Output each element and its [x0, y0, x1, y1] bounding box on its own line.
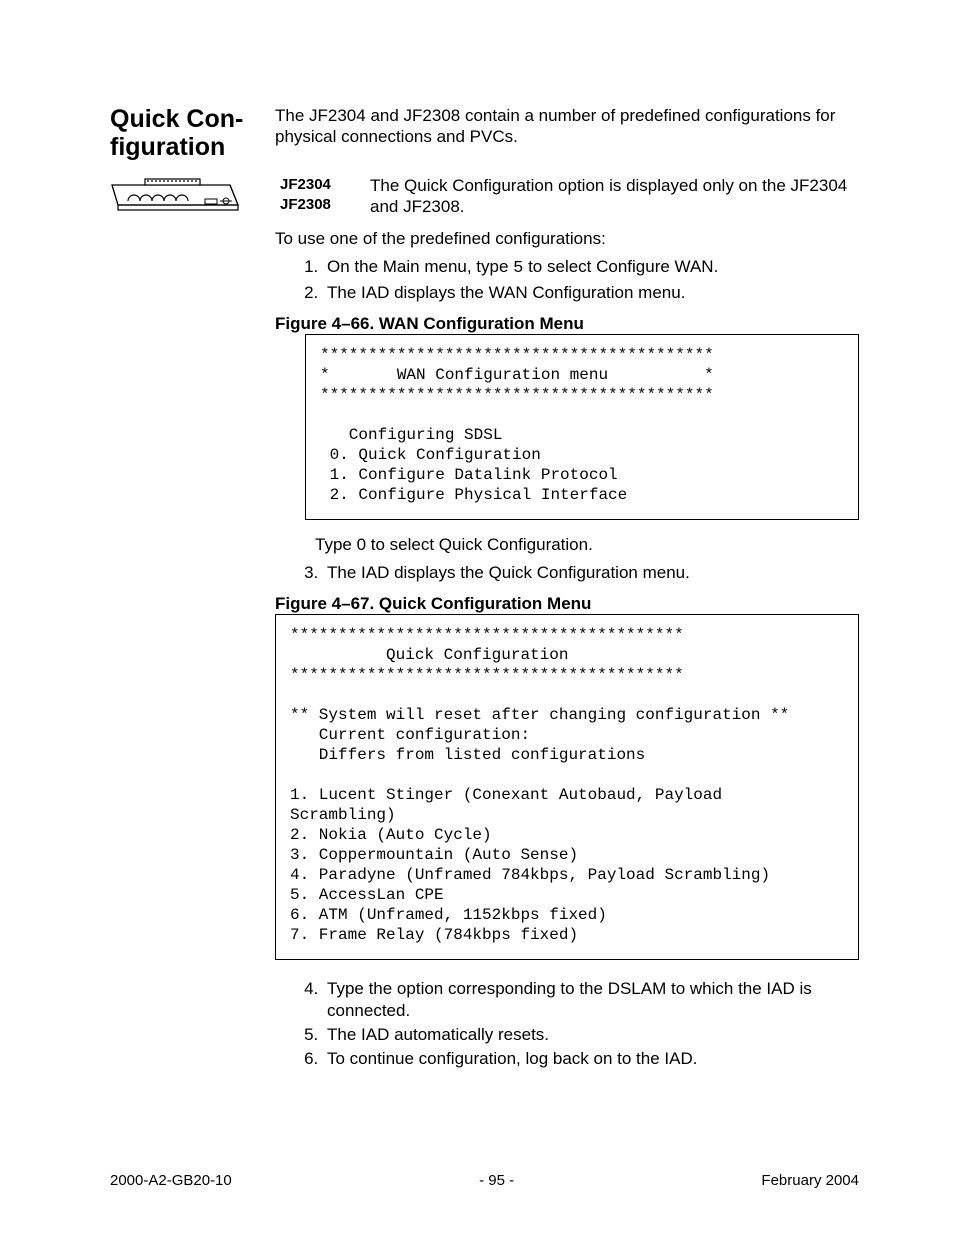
step-1: On the Main menu, type 5 to select Confi…	[323, 256, 859, 280]
device-icon	[110, 175, 250, 213]
body-block: To use one of the predefined configurati…	[275, 228, 859, 1071]
section-title-line1: Quick Con-	[110, 105, 243, 133]
section-title-line2: figuration	[110, 133, 225, 161]
section-title-col: Quick Con- figuration	[110, 105, 275, 161]
steps-list-b: Type the option corresponding to the DSL…	[275, 978, 859, 1070]
step-2: The IAD displays the WAN Configuration m…	[323, 282, 859, 304]
step-5: The IAD automatically resets.	[323, 1024, 859, 1046]
steps-list-a: On the Main menu, type 5 to select Confi…	[275, 256, 859, 304]
steps-list-3: The IAD displays the Quick Configuration…	[275, 562, 859, 584]
step-6: To continue configuration, log back on t…	[323, 1048, 859, 1070]
note-label-1: JF2304	[280, 175, 360, 195]
figure-67-code: ****************************************…	[275, 614, 859, 960]
footer-left: 2000-A2-GB20-10	[110, 1172, 232, 1189]
predefined-intro: To use one of the predefined configurati…	[275, 228, 859, 250]
footer-center: - 95 -	[479, 1172, 514, 1189]
section-title: Quick Con- figuration	[110, 105, 275, 161]
step-3: The IAD displays the Quick Configuration…	[323, 562, 859, 584]
figure-66-code: ****************************************…	[305, 334, 859, 520]
note-device-labels: JF2304 JF2308	[250, 175, 360, 216]
figure-66-title: Figure 4–66. WAN Configuration Menu	[275, 314, 859, 334]
footer-right: February 2004	[761, 1172, 859, 1189]
device-note-row: JF2304 JF2308 The Quick Configuration op…	[110, 175, 859, 218]
note-text: The Quick Configuration option is displa…	[360, 175, 859, 218]
intro-paragraph: The JF2304 and JF2308 contain a number o…	[275, 105, 859, 148]
step-2-substep: Type 0 to select Quick Configuration.	[315, 534, 859, 556]
page-footer: 2000-A2-GB20-10 - 95 - February 2004	[110, 1172, 859, 1189]
step-1-text: On the Main menu, type 5 to select Confi…	[327, 257, 718, 276]
note-label-2: JF2308	[280, 195, 360, 215]
figure-67-title: Figure 4–67. Quick Configuration Menu	[275, 594, 859, 614]
page: Quick Con- figuration The JF2304 and JF2…	[0, 0, 954, 1235]
step-4: Type the option corresponding to the DSL…	[323, 978, 859, 1022]
header-row: Quick Con- figuration The JF2304 and JF2…	[110, 105, 859, 161]
